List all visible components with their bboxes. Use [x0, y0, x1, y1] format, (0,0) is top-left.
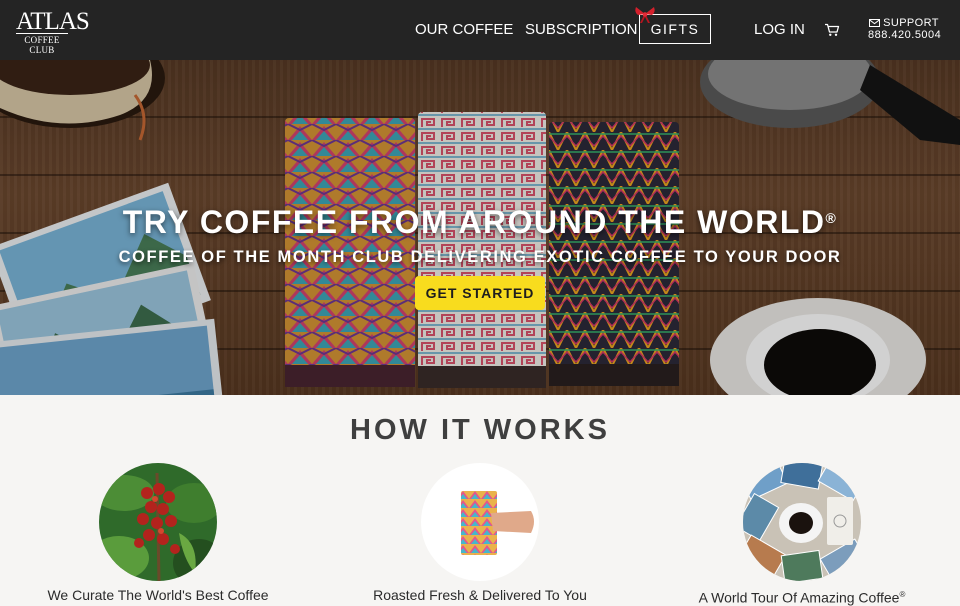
- hero-subtitle: COFFEE OF THE MONTH CLUB DELIVERING EXOT…: [118, 248, 842, 266]
- nav-gifts-label: GIFTS: [650, 21, 700, 37]
- cart-icon[interactable]: [824, 23, 840, 37]
- gift-bow-icon: [635, 7, 655, 23]
- support-phone[interactable]: 888.420.5004: [868, 29, 941, 42]
- step-world-tour-label-text: A World Tour Of Amazing Coffee: [698, 589, 900, 606]
- step-curate: We Curate The World's Best Coffee: [8, 463, 308, 603]
- nav-our-coffee[interactable]: OUR COFFEE: [415, 21, 513, 39]
- logo-wordmark: ATLAS: [16, 8, 90, 35]
- step-roasted: Roasted Fresh & Delivered To You: [330, 463, 630, 603]
- nav-subscription[interactable]: SUBSCRIPTION: [525, 21, 638, 39]
- step-world-tour: A World Tour Of Amazing Coffee®: [652, 463, 952, 606]
- step-roasted-label: Roasted Fresh & Delivered To You: [373, 587, 587, 603]
- nav-gifts-button[interactable]: GIFTS: [635, 7, 711, 44]
- get-started-button[interactable]: GET STARTED: [415, 276, 545, 310]
- support-label: SUPPORT: [883, 17, 939, 29]
- step-world-tour-label: A World Tour Of Amazing Coffee®: [652, 587, 952, 606]
- hero-title-registered-mark: ®: [825, 210, 838, 226]
- hero-title-text: TRY COFFEE FROM AROUND THE WORLD: [122, 204, 826, 240]
- support-contact[interactable]: SUPPORT 888.420.5004: [868, 17, 941, 42]
- step-world-tour-registered-mark: ®: [899, 590, 906, 599]
- how-it-works-heading: HOW IT WORKS: [350, 414, 610, 446]
- atlas-logo[interactable]: ATLAS COFFEE CLUB: [16, 8, 90, 55]
- postcards-coffee-image: [743, 463, 861, 581]
- logo-subtitle: COFFEE CLUB: [16, 33, 68, 55]
- envelope-icon: [869, 19, 881, 27]
- hero-banner: TRY COFFEE FROM AROUND THE WORLD® COFFEE…: [0, 60, 960, 395]
- coffee-bag-hand-image: [421, 463, 539, 581]
- step-curate-label: We Curate The World's Best Coffee: [47, 587, 269, 603]
- nav-log-in[interactable]: LOG IN: [754, 21, 805, 39]
- support-label-row: SUPPORT: [868, 17, 940, 29]
- coffee-cherries-image: [99, 463, 217, 581]
- how-it-works-section: HOW IT WORKS We Curate The World's Best …: [0, 395, 960, 606]
- hero-title: TRY COFFEE FROM AROUND THE WORLD®: [0, 202, 960, 242]
- site-header: ATLAS COFFEE CLUB OUR COFFEE SUBSCRIPTIO…: [0, 0, 960, 60]
